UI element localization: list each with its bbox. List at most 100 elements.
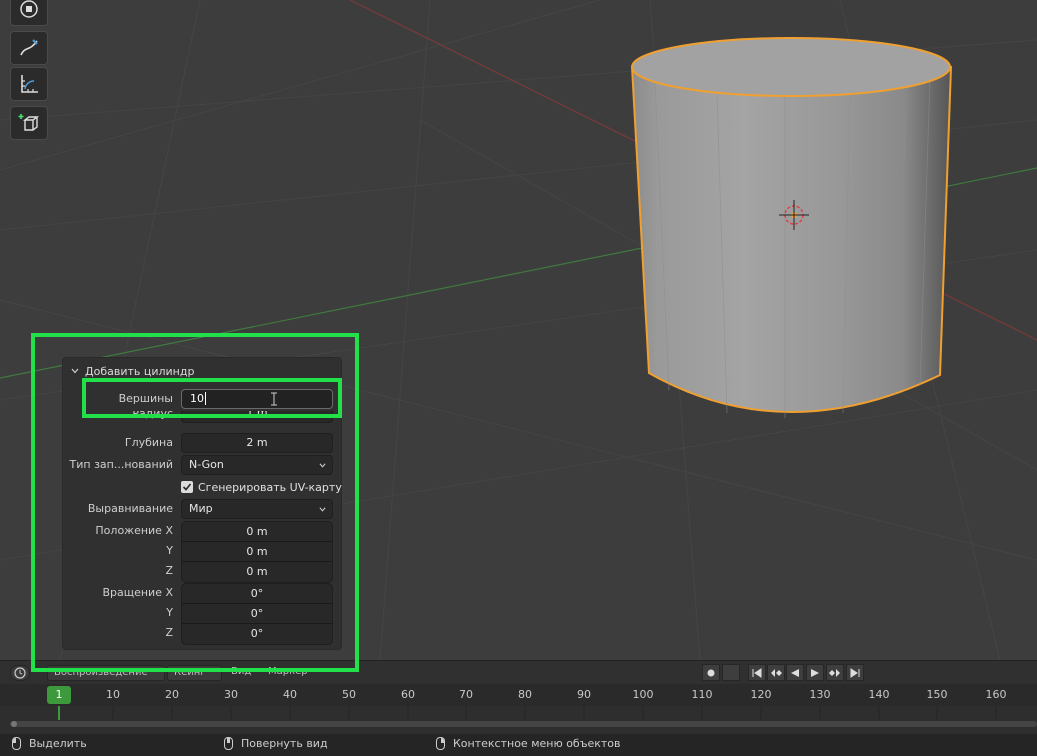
operator-panel: Добавить цилиндр Вершины 10 Радиус 1 m Г… [62, 357, 342, 650]
status-rotate-view: Повернуть вид [224, 737, 328, 750]
rotation-label: Вращение X [102, 586, 173, 599]
operator-panel-header[interactable]: Добавить цилиндр [71, 362, 194, 380]
vertices-row: Вершины 10 [63, 389, 343, 409]
vertices-value: 10 [190, 392, 204, 405]
record-icon [707, 669, 715, 676]
prev-keyframe-button[interactable] [767, 664, 785, 681]
vertices-label: Вершины [118, 392, 173, 405]
ruler-label: 10 [106, 688, 120, 701]
cap-fill-label: Тип зап...нований [69, 458, 173, 471]
play-reverse-icon [791, 668, 799, 677]
tool-add-cube[interactable] [10, 106, 48, 140]
timeline-menu-playback[interactable]: Воспроизведение [47, 665, 165, 681]
next-keyframe-icon [829, 668, 840, 677]
generate-uv-row: Сгенерировать UV-карту [63, 478, 343, 498]
generate-uv-checkbox[interactable]: Сгенерировать UV-карту [181, 478, 342, 496]
timeline-header: Воспроизведение Кеинг Вид Маркер [0, 660, 1037, 684]
radius-value: 1 m [246, 411, 268, 419]
timeline-track-lines [10, 706, 1037, 727]
chevron-down-icon [319, 463, 326, 468]
tool-annotate[interactable] [10, 31, 48, 65]
mouse-right-icon [436, 737, 445, 750]
cylinder-object[interactable] [625, 35, 960, 435]
cap-fill-select[interactable]: N-Gon [181, 455, 333, 475]
rotation-y-input[interactable]: 0° [182, 604, 332, 624]
next-keyframe-button[interactable] [826, 664, 844, 681]
depth-value: 2 m [246, 436, 268, 449]
ruler-label: 70 [459, 688, 473, 701]
skip-start-icon [752, 667, 762, 678]
location-label: Положение X [95, 524, 173, 537]
current-frame-indicator[interactable]: 1 [47, 686, 71, 704]
align-row: Выравнивание Мир [63, 499, 343, 519]
align-value: Мир [189, 502, 213, 515]
editor-type-button[interactable] [10, 665, 30, 681]
location-z-input[interactable]: 0 m [182, 562, 332, 582]
location-z-label: Z [165, 564, 173, 577]
timeline-menu-view[interactable]: Вид [231, 666, 251, 677]
play-icon [811, 668, 819, 677]
ruler-label: 50 [342, 688, 356, 701]
tool-transform[interactable] [10, 0, 48, 26]
ruler-label: 160 [985, 688, 1007, 701]
vertices-input[interactable]: 10 [181, 389, 333, 409]
radius-input[interactable]: 1 m [181, 411, 333, 423]
chevron-down-icon [71, 368, 79, 374]
skip-end-icon [850, 667, 860, 678]
location-y-input[interactable]: 0 m [182, 542, 332, 562]
radius-label: Радиус [132, 411, 173, 420]
ruler-label: 100 [632, 688, 654, 701]
ruler-label: 20 [165, 688, 179, 701]
record-button[interactable] [702, 664, 720, 681]
play-button[interactable] [806, 664, 824, 681]
timeline-ruler[interactable]: 10 20 30 40 50 60 70 80 90 100 110 120 1… [0, 684, 1037, 706]
ruler-label: 80 [518, 688, 532, 701]
jump-end-button[interactable] [846, 664, 864, 681]
auto-key-options-button[interactable] [722, 664, 740, 681]
status-context-menu: Контекстное меню объектов [436, 737, 621, 750]
checkbox-checked-icon [181, 481, 193, 493]
cap-fill-value: N-Gon [189, 458, 224, 471]
tool-measure[interactable] [10, 67, 48, 101]
ruler-label: 150 [926, 688, 948, 701]
align-select[interactable]: Мир [181, 499, 333, 519]
align-label: Выравнивание [87, 502, 173, 515]
mouse-left-icon [12, 737, 21, 750]
mouse-middle-icon [224, 737, 233, 750]
rotation-fields: 0° 0° 0° [181, 583, 333, 645]
radius-row: Радиус 1 m [63, 411, 343, 423]
ruler-label: 140 [868, 688, 890, 701]
chevron-down-icon [319, 507, 326, 512]
annotate-icon [20, 39, 38, 56]
rotation-y-label: Y [166, 606, 173, 619]
timeline-menu-marker[interactable]: Маркер [268, 666, 308, 677]
clock-icon [14, 667, 26, 679]
ruler-label: 90 [577, 688, 591, 701]
status-context-label: Контекстное меню объектов [453, 737, 621, 750]
jump-start-button[interactable] [748, 664, 766, 681]
ruler-label: 130 [809, 688, 831, 701]
operator-panel-title: Добавить цилиндр [85, 364, 195, 378]
ruler-label: 60 [401, 688, 415, 701]
timeline-menu-keying[interactable]: Кеинг [167, 665, 222, 681]
rotation-z-label: Z [165, 626, 173, 639]
measure-icon [21, 75, 38, 93]
status-rotate-label: Повернуть вид [241, 737, 328, 750]
ruler-label: 40 [283, 688, 297, 701]
location-x-input[interactable]: 0 m [182, 522, 332, 542]
ruler-label: 30 [224, 688, 238, 701]
text-cursor-icon [271, 392, 277, 406]
rotation-x-input[interactable]: 0° [182, 584, 332, 604]
depth-input[interactable]: 2 m [181, 433, 333, 453]
location-fields: 0 m 0 m 0 m [181, 521, 333, 583]
add-cube-icon [18, 114, 40, 131]
ruler-label: 110 [691, 688, 713, 701]
play-reverse-button[interactable] [786, 664, 804, 681]
depth-label: Глубина [124, 436, 173, 449]
rotation-z-input[interactable]: 0° [182, 624, 332, 644]
generate-uv-label: Сгенерировать UV-карту [198, 480, 342, 494]
cap-fill-row: Тип зап...нований N-Gon [63, 455, 343, 475]
timeline-track[interactable] [0, 706, 1037, 734]
status-select-label: Выделить [29, 737, 87, 750]
status-bar: Выделить Повернуть вид Контекстное меню … [0, 734, 1037, 756]
